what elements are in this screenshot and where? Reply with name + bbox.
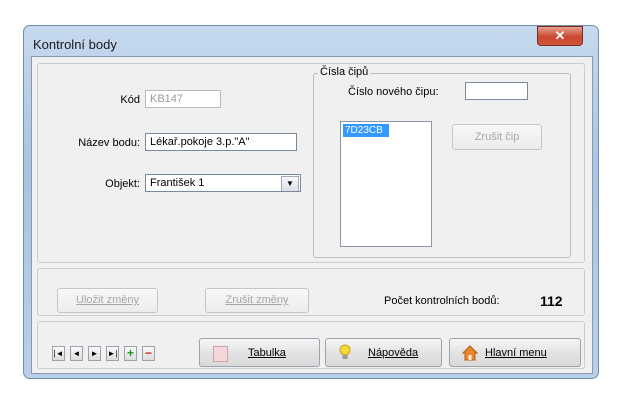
remove-record-button[interactable]: − [142, 346, 155, 361]
add-record-button[interactable]: + [124, 346, 137, 361]
help-button-label: Nápověda [368, 347, 419, 359]
table-button-label: Tabulka [248, 347, 286, 359]
table-icon [213, 346, 228, 362]
home-icon [462, 345, 478, 361]
chips-group-label: Čísla čipů [318, 66, 371, 78]
count-label: Počet kontrolních bodů: [384, 295, 500, 307]
lightbulb-icon [339, 344, 351, 359]
objekt-label: Objekt: [105, 178, 140, 190]
kod-label: Kód [120, 94, 140, 106]
count-value: 112 [540, 293, 563, 309]
cancel-changes-label: Zrušit změny [225, 294, 289, 306]
cancel-changes-button[interactable]: Zrušit změny [205, 288, 309, 313]
new-chip-label: Číslo nového čipu: [348, 86, 439, 98]
delete-chip-button[interactable]: Zrušit čip [452, 124, 542, 150]
next-record-button[interactable]: ► [88, 346, 101, 361]
new-chip-field[interactable] [465, 82, 528, 100]
delete-chip-label: Zrušit čip [474, 131, 520, 143]
table-button[interactable]: Tabulka [199, 338, 320, 367]
objekt-select-value: František 1 [150, 177, 205, 189]
nazev-field[interactable]: Lékař.pokoje 3.p."A" [145, 133, 297, 151]
nazev-label: Název bodu: [78, 137, 140, 149]
main-menu-button[interactable]: Hlavní menu [449, 338, 581, 367]
objekt-select[interactable]: František 1 ▼ [145, 174, 301, 192]
prev-record-button[interactable]: ◄ [70, 346, 83, 361]
close-button[interactable]: ✕ [537, 26, 583, 46]
minus-icon: − [144, 346, 152, 360]
save-changes-button[interactable]: Uložit změny [57, 288, 158, 313]
window-title: Kontrolní body [33, 37, 117, 52]
list-item[interactable]: 7D23CB [343, 124, 389, 137]
plus-icon: + [126, 346, 134, 360]
chips-listbox[interactable]: 7D23CB [340, 121, 432, 247]
first-record-button[interactable]: |◄ [52, 346, 65, 361]
main-menu-button-label: Hlavní menu [485, 347, 547, 359]
save-changes-label: Uložit změny [76, 294, 139, 306]
last-record-button[interactable]: ►| [106, 346, 119, 361]
help-button[interactable]: Nápověda [325, 338, 442, 367]
kod-field[interactable]: KB147 [145, 90, 221, 108]
chevron-down-icon[interactable]: ▼ [281, 176, 299, 191]
